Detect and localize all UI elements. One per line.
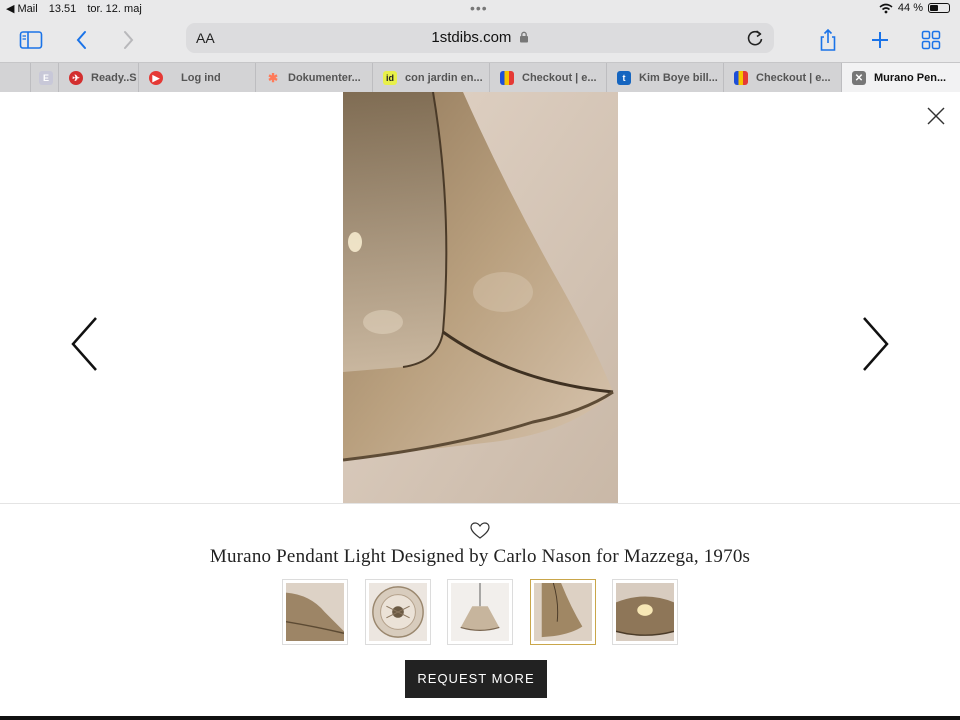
tab-label: Murano Pen...: [874, 72, 947, 84]
url-text: 1stdibs.com: [431, 29, 512, 46]
thumbnail-2[interactable]: [365, 579, 431, 645]
close-icon[interactable]: [924, 104, 948, 128]
share-icon[interactable]: [814, 26, 842, 54]
thumbnail-4[interactable]: [530, 579, 596, 645]
forward-icon[interactable]: [114, 26, 142, 54]
thumbnail-3[interactable]: [447, 579, 513, 645]
tab-item-checkout-2[interactable]: Checkout | e...: [724, 63, 842, 93]
status-date: tor. 12. maj: [87, 3, 142, 15]
letter-e-icon: E: [39, 71, 53, 85]
divider: [0, 503, 960, 504]
back-icon[interactable]: [68, 26, 96, 54]
reload-icon[interactable]: [744, 27, 766, 49]
status-right: 44 %: [879, 2, 950, 14]
close-tab-icon[interactable]: ✕: [852, 71, 866, 85]
id-icon: id: [383, 71, 397, 85]
tab-item-dokumenter[interactable]: ✱ Dokumenter...: [256, 63, 373, 93]
bottom-image-edge: [0, 716, 960, 720]
tab-label: Kim Boye bill...: [639, 72, 718, 84]
tab-label: Log ind: [181, 72, 221, 84]
status-bar: ◀ Mail 13.51 tor. 12. maj ••• 44 %: [0, 0, 960, 18]
new-tab-icon[interactable]: [866, 26, 894, 54]
sidebar-icon[interactable]: [17, 26, 45, 54]
back-to-app-link[interactable]: ◀ Mail: [6, 3, 38, 15]
status-left: ◀ Mail 13.51 tor. 12. maj: [6, 2, 150, 15]
tab-overview-icon[interactable]: [917, 26, 945, 54]
tab-item-checkout-1[interactable]: Checkout | e...: [490, 63, 607, 93]
main-product-image: [343, 92, 618, 504]
status-time: 13.51: [48, 3, 77, 15]
tab-item-murano[interactable]: ✕ Murano Pen...: [842, 63, 960, 93]
tab-label: con jardin en...: [405, 72, 483, 84]
tab-item-log-ind[interactable]: ▶ Log ind: [139, 63, 256, 93]
shopping-bag-icon: [734, 71, 748, 85]
previous-image-icon[interactable]: [68, 314, 100, 374]
tab-label: Checkout | e...: [522, 72, 597, 84]
thumbnail-5[interactable]: [612, 579, 678, 645]
letter-t-icon: t: [617, 71, 631, 85]
product-title: Murano Pendant Light Designed by Carlo N…: [209, 546, 751, 567]
browser-toolbar: AA 1stdibs.com: [0, 18, 960, 62]
battery-icon: [928, 3, 950, 13]
request-more-button[interactable]: REQUEST MORE: [405, 660, 547, 698]
lock-icon: [519, 31, 528, 43]
play-icon: ▶: [149, 71, 163, 85]
url-display[interactable]: 1stdibs.com: [186, 29, 774, 46]
battery-percent: 44 %: [897, 2, 923, 14]
tab-item-ready[interactable]: ✈ Ready..S: [59, 63, 139, 93]
tab-item-kim-boye[interactable]: t Kim Boye bill...: [607, 63, 724, 93]
heart-icon[interactable]: [470, 522, 490, 540]
wifi-icon: [879, 3, 893, 13]
product-lightbox: Murano Pendant Light Designed by Carlo N…: [0, 92, 960, 720]
tab-bar: E ✈ Ready..S ▶ Log ind ✱ Dokumenter... i…: [0, 62, 960, 93]
address-bar[interactable]: AA 1stdibs.com: [186, 23, 774, 53]
shopping-bag-icon: [500, 71, 514, 85]
tab-label: Ready..S: [91, 72, 137, 84]
tab-label: Checkout | e...: [756, 72, 831, 84]
tab-pinned-spacer: [0, 63, 31, 93]
plane-icon: ✈: [69, 71, 83, 85]
next-image-icon[interactable]: [860, 314, 892, 374]
multitasking-dots-icon[interactable]: •••: [470, 0, 488, 16]
tab-item-con-jardin[interactable]: id con jardin en...: [373, 63, 490, 93]
hubspot-icon: ✱: [267, 71, 279, 85]
thumbnail-1[interactable]: [282, 579, 348, 645]
tab-label: Dokumenter...: [288, 72, 361, 84]
tab-item-e[interactable]: E: [31, 63, 59, 93]
